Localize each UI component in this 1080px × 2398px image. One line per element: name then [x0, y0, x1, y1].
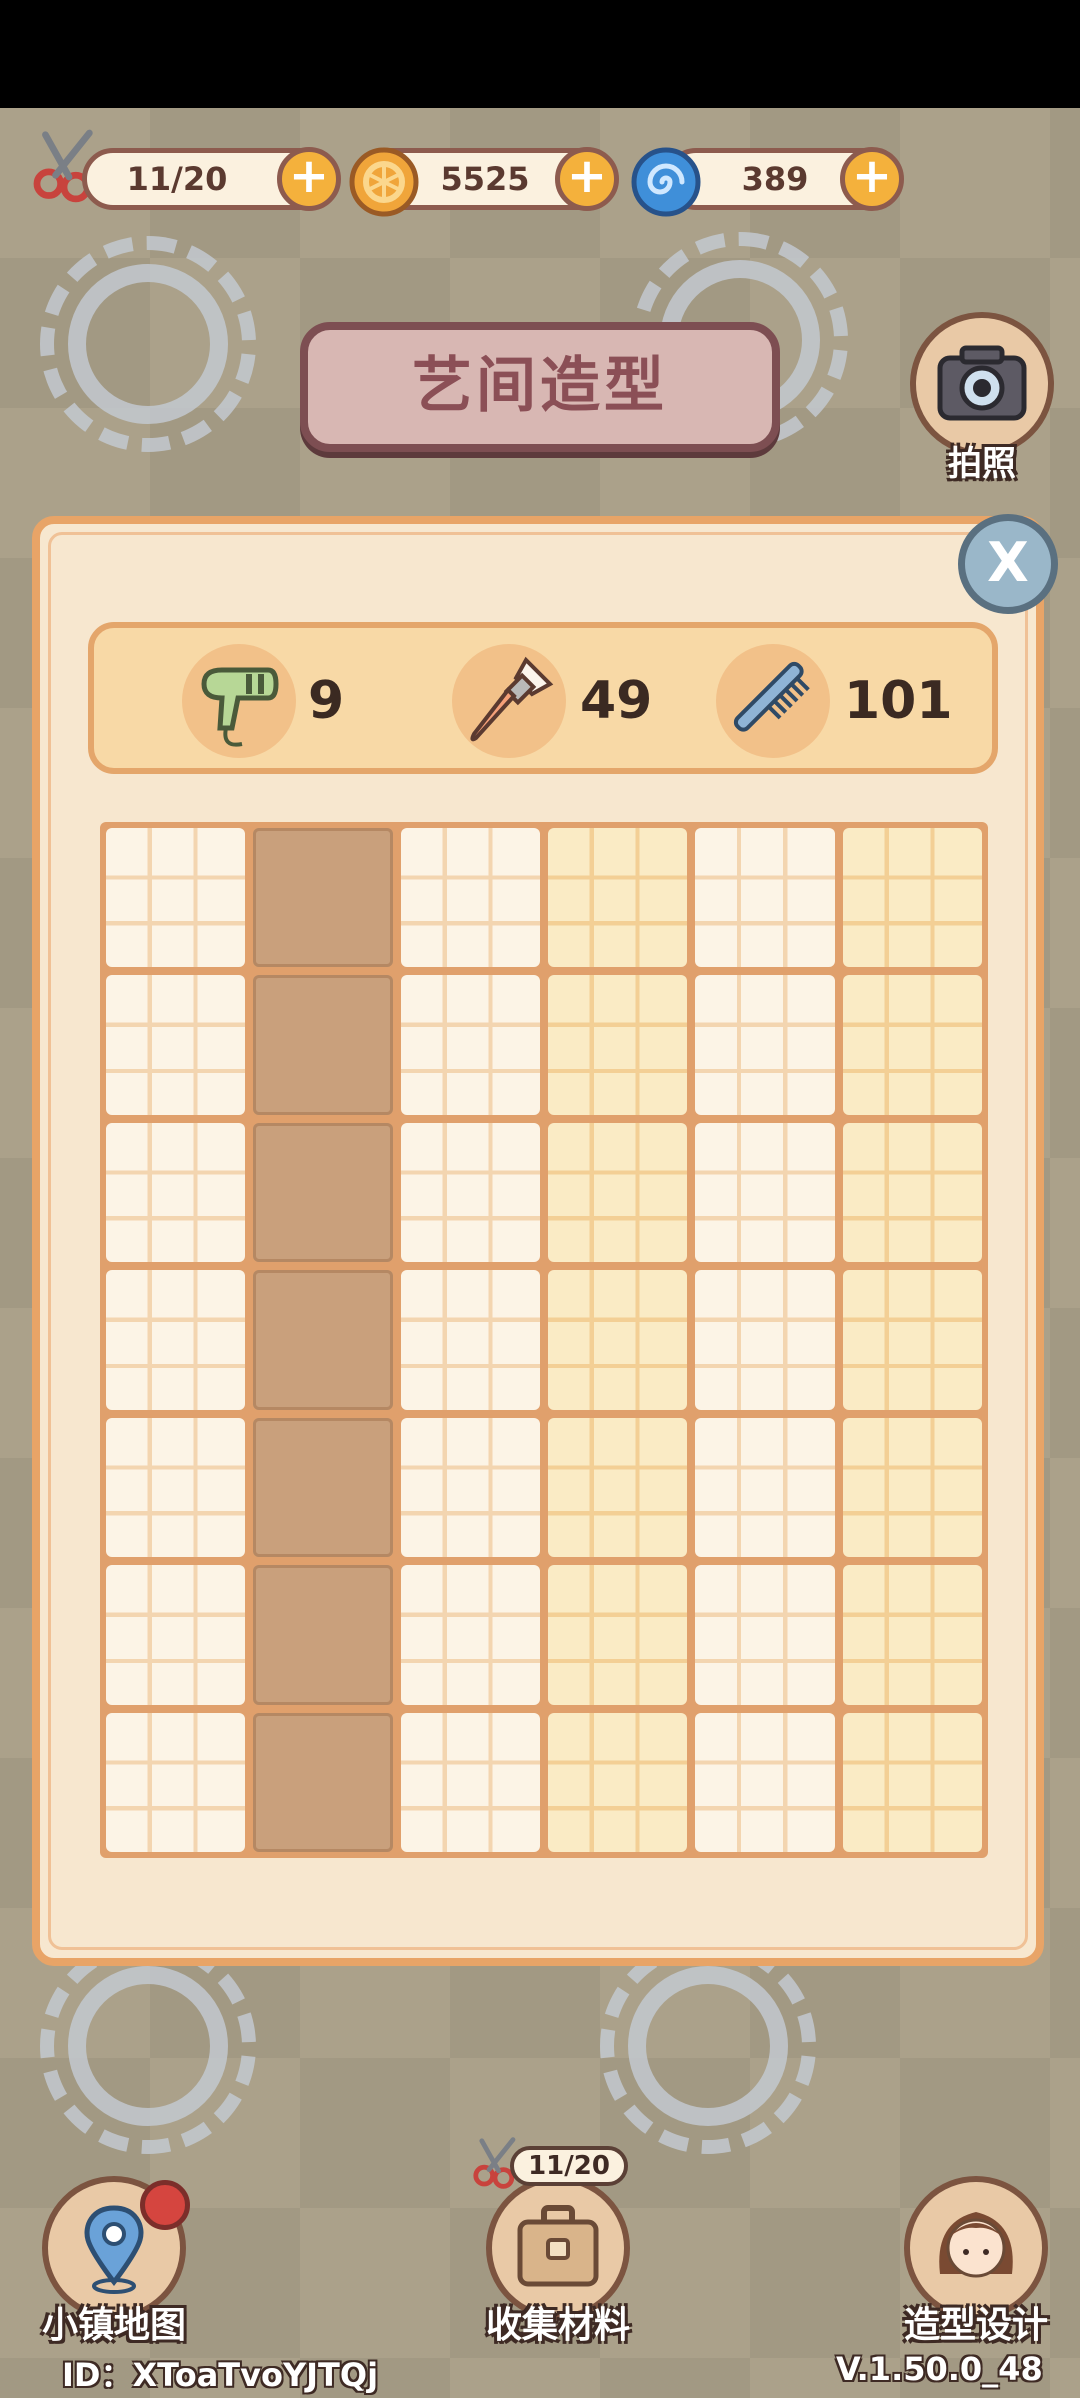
grid-cell[interactable]	[695, 828, 835, 968]
coin-icon	[349, 147, 419, 217]
player-id: ID：XToaTvoYJTQj	[62, 2356, 379, 2394]
makeup-brush-count: 49	[580, 671, 653, 731]
grid-cell[interactable]	[842, 1565, 982, 1705]
grid-cell[interactable]	[695, 1122, 835, 1263]
grid-cell[interactable]	[106, 1270, 246, 1410]
tools-bar: 9 49 101	[88, 622, 998, 774]
grid-cell[interactable]	[547, 1417, 688, 1558]
status-bar	[0, 0, 1080, 108]
grid-cell[interactable]	[547, 1122, 688, 1263]
grid-cell[interactable]	[400, 1270, 540, 1410]
camera-icon	[937, 345, 1027, 421]
add-scissors-button[interactable]: +	[277, 147, 341, 211]
style-design-label: 造型设计	[903, 2305, 1048, 2346]
grid-cell[interactable]	[106, 1122, 246, 1263]
coins-value: 5525	[440, 160, 530, 198]
add-swirl-button[interactable]: +	[840, 147, 904, 211]
grid-cell[interactable]	[695, 975, 835, 1115]
town-map-label: 小镇地图	[41, 2305, 186, 2346]
sun-decoration	[600, 1938, 816, 2154]
grid-cell[interactable]	[695, 1270, 835, 1410]
comb-count: 101	[844, 671, 953, 731]
camera-button[interactable]	[910, 312, 1054, 456]
grid-cell[interactable]	[253, 828, 393, 968]
swirl-gem-icon	[631, 147, 701, 217]
version-label: V.1.50.0_48	[836, 2350, 1043, 2388]
avatar-icon	[939, 2212, 1013, 2278]
camera-label: 拍照	[948, 444, 1016, 484]
grid-cell[interactable]	[842, 828, 982, 968]
grid-cell[interactable]	[253, 1565, 393, 1705]
grid-cell[interactable]	[106, 975, 246, 1115]
grid-cell[interactable]	[695, 1712, 835, 1852]
grid-cell[interactable]	[253, 975, 393, 1115]
notification-badge	[140, 2180, 190, 2230]
grid-cell[interactable]	[695, 1417, 835, 1558]
grid-cell[interactable]	[547, 828, 688, 968]
sun-decoration	[40, 236, 256, 452]
grid-cell[interactable]	[842, 1270, 982, 1410]
scissors-pill: 11/20 +	[82, 147, 341, 211]
style-grid	[106, 828, 982, 1852]
grid-cell[interactable]	[253, 1712, 393, 1852]
grid-cell[interactable]	[106, 1565, 246, 1705]
scissors-value: 11/20	[126, 160, 228, 198]
page-title: 艺间造型	[412, 351, 668, 421]
comb-icon	[716, 644, 830, 758]
grid-cell[interactable]	[400, 1712, 540, 1852]
close-button[interactable]: X	[958, 514, 1058, 614]
grid-cell[interactable]	[253, 1417, 393, 1558]
collect-materials-label: 收集材料	[485, 2305, 630, 2346]
grid-cell[interactable]	[842, 975, 982, 1115]
hair-dryer-icon	[182, 644, 296, 758]
sun-decoration	[40, 1938, 256, 2154]
grid-cell[interactable]	[695, 1565, 835, 1705]
grid-cell[interactable]	[400, 975, 540, 1115]
grid-cell[interactable]	[400, 828, 540, 968]
grid-cell[interactable]	[547, 1565, 688, 1705]
grid-cell[interactable]	[253, 1122, 393, 1263]
grid-cell[interactable]	[106, 1417, 246, 1558]
grid-cell[interactable]	[842, 1712, 982, 1852]
grid-cell[interactable]	[842, 1417, 982, 1558]
style-grid-frame	[100, 822, 988, 1858]
grid-cell[interactable]	[400, 1417, 540, 1558]
grid-cell[interactable]	[547, 975, 688, 1115]
hair-dryer-count: 9	[308, 671, 345, 731]
grid-cell[interactable]	[547, 1270, 688, 1410]
grid-cell[interactable]	[253, 1270, 393, 1410]
makeup-brush-icon	[452, 644, 566, 758]
grid-cell[interactable]	[106, 1712, 246, 1852]
add-coins-button[interactable]: +	[555, 147, 619, 211]
grid-cell[interactable]	[400, 1122, 540, 1263]
collect-counter: 11/20	[510, 2146, 628, 2186]
grid-cell[interactable]	[106, 828, 246, 968]
grid-cell[interactable]	[400, 1565, 540, 1705]
briefcase-icon	[517, 2205, 599, 2287]
grid-cell[interactable]	[842, 1122, 982, 1263]
swirl-value: 389	[741, 160, 809, 198]
page-title-plaque: 艺间造型	[300, 322, 780, 452]
grid-cell[interactable]	[547, 1712, 688, 1852]
